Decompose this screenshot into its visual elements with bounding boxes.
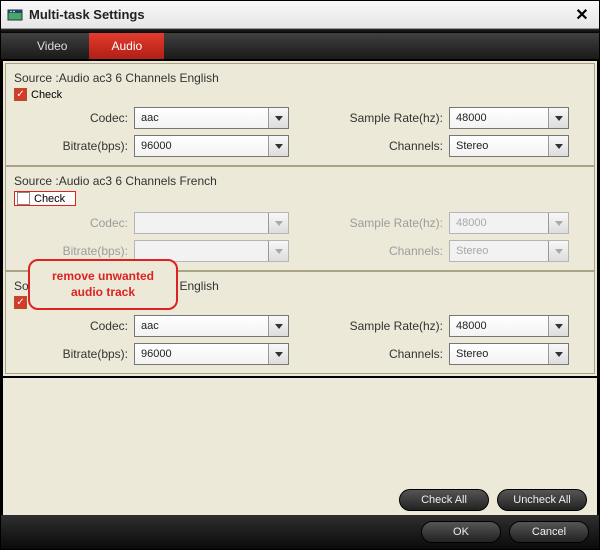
source-label: Source :Audio ac3 6 Channels English (14, 69, 586, 88)
codec-select (134, 212, 289, 234)
samplerate-label: Sample Rate(hz): (329, 319, 449, 333)
codec-label: Codec: (14, 216, 134, 230)
chevron-down-icon (548, 344, 568, 364)
check-row: Check (14, 191, 76, 206)
settings-grid: Codec: aac Sample Rate(hz): 48000 Bitrat… (14, 315, 586, 365)
annotation-callout: remove unwanted audio track (28, 259, 178, 310)
app-icon (7, 7, 23, 23)
tab-audio[interactable]: Audio (89, 33, 164, 59)
check-buttons-row: Check All Uncheck All (1, 485, 599, 515)
bitrate-value: 96000 (141, 140, 172, 152)
samplerate-label: Sample Rate(hz): (329, 216, 449, 230)
chevron-down-icon (548, 241, 568, 261)
check-checkbox[interactable] (14, 296, 27, 309)
dialog-window: Multi-task Settings ✕ Video Audio Source… (0, 0, 600, 550)
channels-value: Stereo (456, 348, 488, 360)
channels-select[interactable]: Stereo (449, 343, 569, 365)
samplerate-value: 48000 (456, 217, 487, 229)
chevron-down-icon (268, 316, 288, 336)
samplerate-value: 48000 (456, 320, 487, 332)
check-label: Check (31, 89, 62, 101)
ok-button[interactable]: OK (421, 521, 501, 543)
window-title: Multi-task Settings (29, 7, 571, 22)
tab-video[interactable]: Video (15, 33, 89, 59)
check-checkbox[interactable] (14, 88, 27, 101)
bitrate-value: 96000 (141, 348, 172, 360)
track-panel: Source :Audio ac3 6 Channels English Che… (5, 63, 595, 166)
samplerate-select: 48000 (449, 212, 569, 234)
tracks-container: Source :Audio ac3 6 Channels English Che… (1, 59, 599, 378)
bitrate-select[interactable]: 96000 (134, 135, 289, 157)
track-panel: Source :Audio ac3 6 Channels French Chec… (5, 166, 595, 271)
codec-label: Codec: (14, 111, 134, 125)
bitrate-label: Bitrate(bps): (14, 347, 134, 361)
chevron-down-icon (548, 108, 568, 128)
chevron-down-icon (268, 108, 288, 128)
content-wrapper: Source :Audio ac3 6 Channels English Che… (1, 59, 599, 378)
source-label: Source :Audio ac3 6 Channels French (14, 172, 586, 191)
samplerate-value: 48000 (456, 112, 487, 124)
settings-grid: Codec: Sample Rate(hz): 48000 Bitrate(bp… (14, 212, 586, 262)
check-label: Check (34, 193, 65, 205)
check-all-button[interactable]: Check All (399, 489, 489, 511)
chevron-down-icon (268, 241, 288, 261)
tab-bar: Video Audio (1, 33, 599, 59)
codec-label: Codec: (14, 319, 134, 333)
uncheck-all-button[interactable]: Uncheck All (497, 489, 587, 511)
channels-label: Channels: (329, 347, 449, 361)
channels-select[interactable]: Stereo (449, 135, 569, 157)
bitrate-label: Bitrate(bps): (14, 139, 134, 153)
chevron-down-icon (548, 136, 568, 156)
chevron-down-icon (268, 136, 288, 156)
samplerate-select[interactable]: 48000 (449, 107, 569, 129)
channels-select: Stereo (449, 240, 569, 262)
chevron-down-icon (548, 213, 568, 233)
check-checkbox[interactable] (17, 192, 30, 205)
check-row: Check (14, 88, 586, 101)
samplerate-label: Sample Rate(hz): (329, 111, 449, 125)
codec-value: aac (141, 112, 159, 124)
chevron-down-icon (268, 213, 288, 233)
samplerate-select[interactable]: 48000 (449, 315, 569, 337)
chevron-down-icon (268, 344, 288, 364)
spacer (1, 378, 599, 485)
cancel-button[interactable]: Cancel (509, 521, 589, 543)
channels-value: Stereo (456, 245, 488, 257)
titlebar: Multi-task Settings ✕ (1, 1, 599, 29)
close-button[interactable]: ✕ (571, 4, 593, 26)
channels-label: Channels: (329, 244, 449, 258)
codec-value: aac (141, 320, 159, 332)
codec-select[interactable]: aac (134, 107, 289, 129)
chevron-down-icon (548, 316, 568, 336)
channels-label: Channels: (329, 139, 449, 153)
codec-select[interactable]: aac (134, 315, 289, 337)
channels-value: Stereo (456, 140, 488, 152)
bitrate-select[interactable]: 96000 (134, 343, 289, 365)
settings-grid: Codec: aac Sample Rate(hz): 48000 Bitrat… (14, 107, 586, 157)
bitrate-label: Bitrate(bps): (14, 244, 134, 258)
dialog-buttons-row: OK Cancel (1, 515, 599, 549)
